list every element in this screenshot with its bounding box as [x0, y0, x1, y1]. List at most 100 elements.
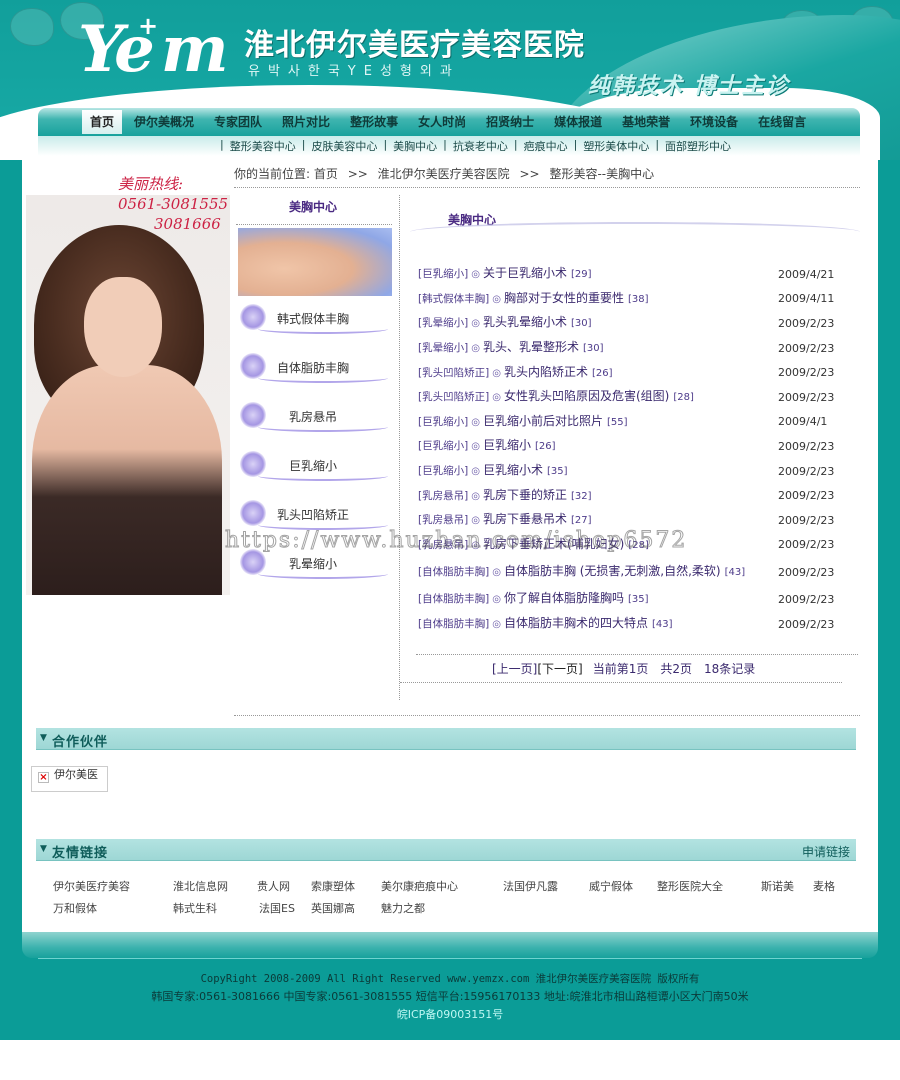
subnav-item[interactable]: 整形美容中心 [230, 138, 296, 154]
nav-item[interactable]: 照片对比 [274, 110, 338, 134]
submenu-item[interactable]: 韩式假体丰胸 [238, 300, 392, 349]
article-title-link[interactable]: 自体脂肪丰胸 (无损害,无刺激,自然,柔软) [504, 564, 721, 578]
article-date: 2009/4/21 [778, 267, 835, 281]
nav-item[interactable]: 女人时尚 [410, 110, 474, 134]
bullet-icon: ◎ [471, 515, 480, 527]
nav-item[interactable]: 在线留言 [750, 110, 814, 134]
article-row: [巨乳缩小] ◎ 巨乳缩小术 [35] 2009/2/23 [418, 459, 838, 484]
article-category-link[interactable]: [乳晕缩小] [418, 317, 468, 329]
article-category-link[interactable]: [乳头凹陷矫正] [418, 367, 489, 379]
nav-item[interactable]: 伊尔美概况 [126, 110, 202, 134]
main-nav: 首页 伊尔美概况 专家团队 照片对比 整形故事 女人时尚 招贤纳士 媒体报道 基地荣誉 环境设备在… [38, 108, 860, 136]
breadcrumb-item-current[interactable]: 整形美容--美胸中心 [549, 167, 654, 181]
article-hits: [26] [591, 367, 613, 379]
subnav-item[interactable]: 疤痕中心 [524, 138, 568, 154]
friend-link[interactable]: 魅力之都 [381, 900, 425, 916]
friend-link[interactable]: 整形医院大全 [657, 878, 723, 894]
nav-item[interactable]: 首页 [82, 110, 123, 134]
article-date: 2009/4/11 [778, 292, 835, 306]
bullet-icon: ◎ [471, 416, 480, 428]
nav-item[interactable]: 基地荣誉 [614, 110, 678, 134]
article-category-link[interactable]: [乳晕缩小] [418, 342, 468, 354]
submenu-item[interactable]: 自体脂肪丰胸 [238, 349, 392, 398]
article-date: 2009/2/23 [778, 538, 835, 552]
article-category-link[interactable]: [乳房悬吊] [418, 490, 468, 502]
article-title-link[interactable]: 你了解自体脂肪隆胸吗 [504, 591, 624, 605]
article-title-link[interactable]: 乳房下垂矫正术(哺乳妇女) [483, 537, 624, 551]
article-title-link[interactable]: 乳头乳晕缩小术 [483, 315, 567, 329]
nav-item[interactable]: 专家团队 [206, 110, 270, 134]
next-page-link[interactable]: [下一页] [537, 660, 582, 677]
friend-link[interactable]: 法国伊凡露 [503, 878, 558, 894]
article-category-link[interactable]: [巨乳缩小] [418, 416, 468, 428]
hotline-label: 美丽热线: [118, 175, 184, 193]
article-category-link[interactable]: [乳头凹陷矫正] [418, 391, 489, 403]
article-title-link[interactable]: 乳房下垂悬吊术 [483, 512, 567, 526]
friend-link[interactable]: 威宁假体 [589, 878, 633, 894]
friend-link[interactable]: 英国娜高 [311, 900, 355, 916]
friend-link[interactable]: 索康塑体 [311, 878, 355, 894]
submenu-item[interactable]: 乳头凹陷矫正 [238, 496, 392, 545]
article-title-link[interactable]: 巨乳缩小前后对比照片 [483, 414, 603, 428]
nav-item[interactable]: 媒体报道 [546, 110, 610, 134]
article-hits: [38] [627, 293, 649, 305]
submenu-item[interactable]: 巨乳缩小 [238, 447, 392, 496]
nav-item[interactable]: 整形故事 [342, 110, 406, 134]
subnav-item[interactable]: 塑形美体中心 [583, 138, 649, 154]
bullet-icon: ◎ [471, 441, 480, 453]
article-row: [乳房悬吊] ◎ 乳房下垂的矫正 [32] 2009/2/23 [418, 483, 838, 508]
friend-link[interactable]: 万和假体 [53, 900, 97, 916]
article-title-link[interactable]: 胸部对于女性的重要性 [504, 291, 624, 305]
friend-link[interactable]: 斯诺美 [761, 878, 794, 894]
article-hits: [30] [582, 343, 604, 355]
article-left: [韩式假体丰胸] ◎ 胸部对于女性的重要性 [38] [418, 291, 758, 307]
article-category-link[interactable]: [自体脂肪丰胸] [418, 593, 489, 605]
submenu-item[interactable]: 乳晕缩小 [238, 545, 392, 594]
friend-link[interactable]: 贵人网 [257, 878, 290, 894]
article-title-link[interactable]: 女性乳头凹陷原因及危害(组图) [504, 389, 669, 403]
friend-link[interactable]: 美尔康疤痕中心 [381, 878, 458, 894]
partner-link[interactable]: × 伊尔美医 [31, 766, 108, 792]
apply-link-button[interactable]: 申请链接 [802, 843, 850, 860]
article-category-link[interactable]: [巨乳缩小] [418, 440, 468, 452]
subnav-item[interactable]: 美胸中心 [393, 138, 437, 154]
site-logo[interactable]: Ye m + [78, 10, 248, 90]
article-left: [乳头凹陷矫正] ◎ 女性乳头凹陷原因及危害(组图) [28] [418, 389, 758, 405]
article-title-link[interactable]: 乳头内陷矫正术 [504, 365, 588, 379]
article-title-link[interactable]: 自体脂肪丰胸术的四大特点 [504, 616, 648, 630]
article-category-link[interactable]: [自体脂肪丰胸] [418, 566, 489, 578]
nav-item[interactable]: 环境设备 [682, 110, 746, 134]
article-category-link[interactable]: [自体脂肪丰胸] [418, 618, 489, 630]
article-category-link[interactable]: [巨乳缩小] [418, 465, 468, 477]
friend-link[interactable]: 淮北信息网 [173, 878, 228, 894]
breadcrumb-item-hospital[interactable]: 淮北伊尔美医疗美容医院 [378, 167, 510, 181]
article-category-link[interactable]: [乳房悬吊] [418, 539, 468, 551]
article-date: 2009/2/23 [778, 489, 835, 503]
submenu-item[interactable]: 乳房悬吊 [238, 398, 392, 447]
article-row: [乳头凹陷矫正] ◎ 女性乳头凹陷原因及危害(组图) [28] 2009/2/23 [418, 385, 838, 410]
article-title-link[interactable]: 巨乳缩小术 [483, 463, 543, 477]
subnav-item[interactable]: 抗衰老中心 [453, 138, 508, 154]
subnav-separator: | [573, 138, 578, 151]
article-category-link[interactable]: [乳房悬吊] [418, 514, 468, 526]
article-category-link[interactable]: [韩式假体丰胸] [418, 293, 489, 305]
prev-page-link[interactable]: [上一页] [492, 660, 537, 677]
breadcrumb-item-home[interactable]: 首页 [314, 167, 338, 181]
friend-link[interactable]: 法国ES [259, 900, 295, 916]
subnav-item[interactable]: 皮肤美容中心 [311, 138, 377, 154]
article-title-link[interactable]: 巨乳缩小 [483, 438, 531, 452]
broken-image-icon: × [38, 772, 49, 783]
footer-icp[interactable]: 皖ICP备09003151号 [0, 1006, 900, 1024]
friend-links-bar: ▼ 友情链接 申请链接 [36, 839, 856, 861]
submenu-banner-image [238, 228, 392, 296]
friend-link[interactable]: 伊尔美医疗美容 [53, 878, 130, 894]
article-title-link[interactable]: 乳头、乳晕整形术 [483, 340, 579, 354]
nav-item[interactable]: 招贤纳士 [478, 110, 542, 134]
article-title-link[interactable]: 乳房下垂的矫正 [483, 488, 567, 502]
friend-link[interactable]: 麦格 [813, 878, 835, 894]
article-title-link[interactable]: 关于巨乳缩小术 [483, 266, 567, 280]
article-left: [乳房悬吊] ◎ 乳房下垂的矫正 [32] [418, 488, 758, 504]
article-category-link[interactable]: [巨乳缩小] [418, 268, 468, 280]
subnav-item[interactable]: 面部塑形中心 [665, 138, 731, 154]
friend-link[interactable]: 韩式生科 [173, 900, 217, 916]
